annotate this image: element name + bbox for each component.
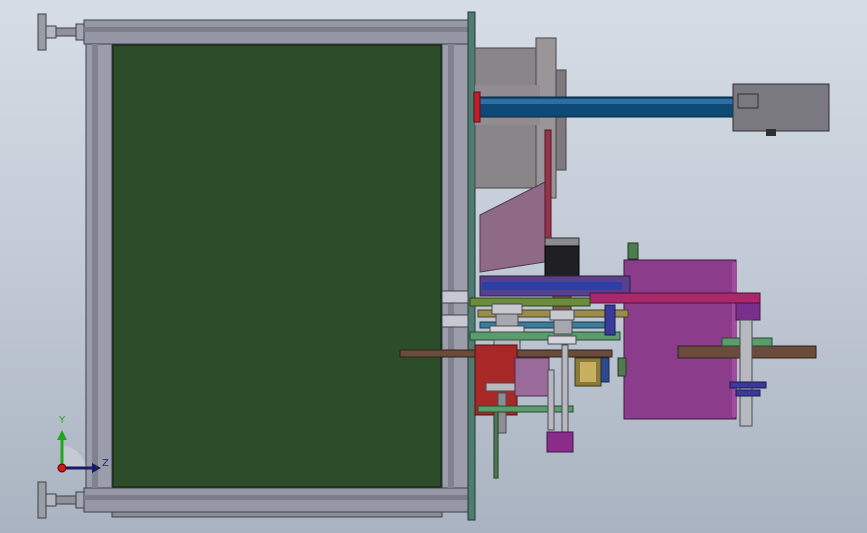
- y-axis-label: Y: [59, 415, 66, 426]
- servo-motor: [732, 83, 830, 136]
- machine-side-view: [37, 11, 830, 521]
- cylinder-end: [546, 431, 574, 453]
- red-mount-block: [474, 344, 518, 416]
- diagonal-support: [479, 181, 546, 273]
- leveling-foot-top: [37, 13, 87, 51]
- guide-rail-lightgreen: [469, 331, 621, 341]
- z-axis-label: Z: [102, 458, 109, 469]
- cam-plate: [514, 357, 550, 397]
- guide-rail-green: [469, 297, 591, 307]
- cad-viewport[interactable]: Y Z: [0, 0, 867, 533]
- enclosure-panel: [112, 44, 442, 488]
- shaft-collar: [473, 91, 481, 123]
- drum-spool: [474, 37, 567, 199]
- mounting-plate: [467, 11, 476, 521]
- guide-pin-2: [561, 344, 569, 436]
- guide-pin: [547, 369, 555, 431]
- guide-rail-magenta: [589, 292, 761, 304]
- clamp-bracket-top: [441, 290, 469, 304]
- leveling-foot-bottom: [37, 481, 87, 519]
- lower-shaft: [497, 392, 507, 434]
- pulley-stack-left: [489, 303, 525, 351]
- lower-support-rod: [493, 409, 499, 479]
- clamp-bracket-bottom: [441, 314, 469, 328]
- lower-bracket: [477, 405, 574, 413]
